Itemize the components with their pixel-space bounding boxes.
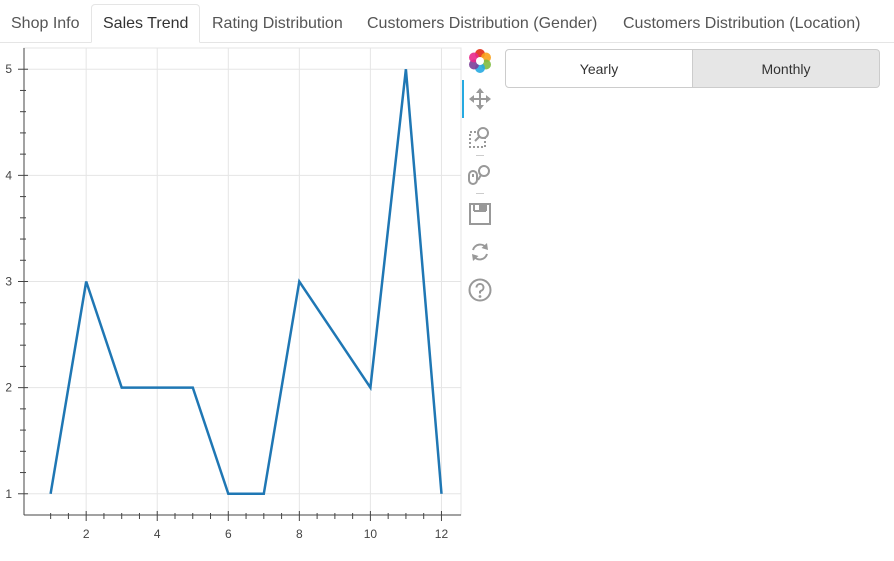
toolbar-separator (476, 155, 484, 156)
pan-icon[interactable] (467, 86, 493, 112)
y-tick-label: 4 (5, 168, 12, 182)
y-tick-label: 2 (5, 381, 12, 395)
grid-lines (23, 47, 462, 516)
x-tick-label: 8 (296, 527, 303, 541)
wheel-zoom-icon[interactable] (467, 162, 493, 188)
x-tick-label: 4 (154, 527, 161, 541)
data-point (228, 493, 229, 494)
x-tick-label: 6 (225, 527, 232, 541)
data-point (441, 493, 442, 494)
data-point (299, 281, 300, 282)
monthly-button[interactable]: Monthly (693, 49, 880, 88)
y-tick-label: 1 (5, 487, 12, 501)
save-icon[interactable] (467, 201, 493, 227)
data-point (370, 387, 371, 388)
bokeh-logo-icon[interactable] (467, 48, 493, 74)
data-point (192, 387, 193, 388)
range-toggle-group: Yearly Monthly (505, 49, 880, 88)
data-point (157, 387, 158, 388)
y-tick-label: 5 (5, 62, 12, 76)
data-point (86, 281, 87, 282)
x-tick-label: 12 (435, 527, 449, 541)
help-icon[interactable] (467, 277, 493, 303)
tab-customers-gender[interactable]: Customers Distribution (Gender) (356, 4, 608, 41)
active-tool-indicator (462, 80, 464, 118)
data-point (263, 493, 264, 494)
box-zoom-icon[interactable] (467, 124, 493, 150)
sales-trend-chart[interactable]: 2 4 6 8 10 1212345 (0, 46, 462, 546)
tab-customers-location[interactable]: Customers Distribution (Location) (612, 4, 871, 41)
y-tick-label: 3 (5, 275, 12, 289)
toolbar-separator (476, 193, 484, 194)
reset-icon[interactable] (467, 239, 493, 265)
tab-rating-distribution[interactable]: Rating Distribution (201, 4, 354, 41)
data-point (405, 69, 406, 70)
x-tick-label: 10 (364, 527, 378, 541)
data-point (121, 387, 122, 388)
axes: 2 4 6 8 10 1212345 (5, 48, 461, 541)
data-point (334, 334, 335, 335)
tab-bar: Shop Info Sales Trend Rating Distributio… (0, 0, 894, 43)
data-point (50, 493, 51, 494)
tab-shop-info[interactable]: Shop Info (0, 4, 91, 41)
plot-toolbar (462, 46, 496, 306)
tab-sales-trend[interactable]: Sales Trend (91, 4, 201, 43)
x-tick-label: 2 (83, 527, 90, 541)
yearly-button[interactable]: Yearly (505, 49, 693, 88)
